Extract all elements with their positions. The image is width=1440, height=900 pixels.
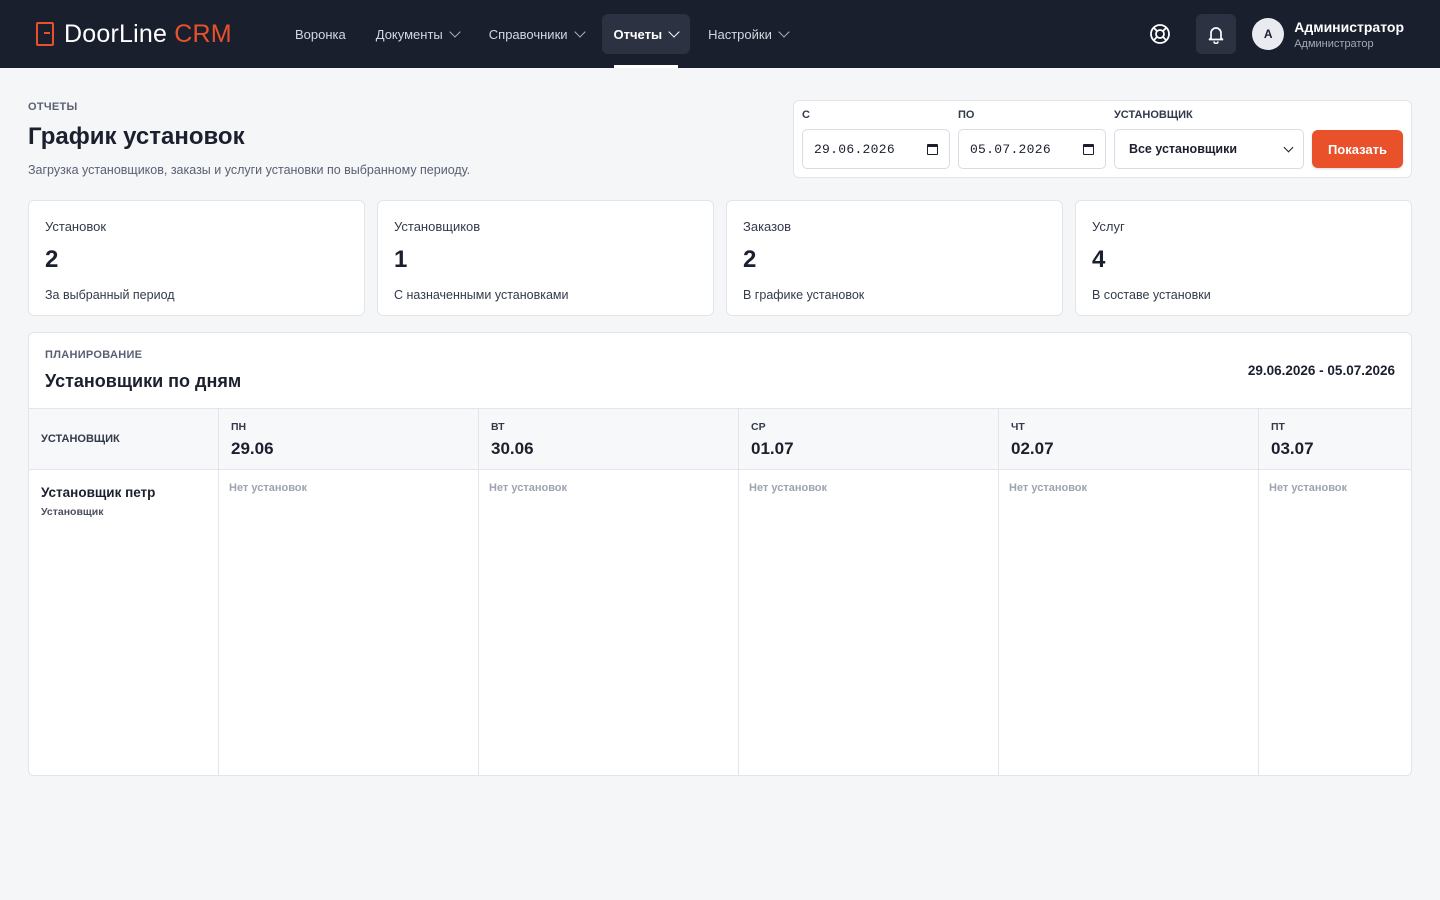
nav-item-funnel[interactable]: Воронка — [283, 14, 358, 54]
date-to-label: ПО — [957, 109, 975, 121]
chevron-down-icon — [449, 26, 461, 38]
day-header: ВТ 30.06 — [479, 409, 738, 470]
installer-label: УСТАНОВЩИК — [1113, 109, 1193, 121]
schedule-title: Установщики по дням — [45, 371, 242, 391]
top-navbar: DoorLine CRM Воронка Документы Справочни… — [0, 0, 1440, 68]
day-cell[interactable]: Нет установок — [1259, 470, 1411, 775]
day-cell[interactable]: Нет установок — [479, 470, 738, 775]
avatar: A — [1252, 18, 1285, 50]
nav-item-references[interactable]: Справочники — [477, 14, 596, 54]
day-header: ПН 29.06 — [219, 409, 478, 470]
page-subtitle: Загрузка установщиков, заказы и услуги у… — [28, 163, 471, 177]
main-nav: Воронка Документы Справочники Отчеты Нас… — [283, 0, 800, 68]
schedule-panel: ПЛАНИРОВАНИЕ Установщики по дням 29.06.2… — [28, 332, 1412, 776]
installer-cell: Установщик петр Установщик — [29, 470, 218, 775]
stats-row: Установок 2 За выбранный период Установщ… — [28, 200, 1412, 316]
nav-item-settings[interactable]: Настройки — [696, 14, 800, 54]
calendar-icon[interactable] — [1082, 143, 1094, 155]
day-cell[interactable]: Нет установок — [999, 470, 1258, 775]
user-menu[interactable]: A Администратор Администратор — [1252, 18, 1404, 50]
page-header: ОТЧЕТЫ График установок Загрузка установ… — [28, 100, 470, 177]
logo-text: DoorLine CRM — [64, 19, 232, 48]
installer-select[interactable]: Все установщики — [1113, 129, 1304, 169]
stat-card: Установщиков 1 С назначенными установкам… — [377, 200, 714, 316]
day-header: ПТ 03.07 — [1259, 409, 1411, 470]
date-from-label: С — [801, 109, 810, 121]
schedule-grid: УСТАНОВЩИК Установщик петр Установщик ПН… — [29, 409, 1411, 775]
breadcrumb: ОТЧЕТЫ — [28, 101, 78, 113]
period-range: 29.06.2026 - 05.07.2026 — [1247, 363, 1395, 378]
date-from-input[interactable]: 29.06.2026 — [801, 129, 950, 169]
column-header-installer: УСТАНОВЩИК — [29, 409, 218, 470]
chevron-down-icon — [1283, 142, 1294, 152]
show-button[interactable]: Показать — [1311, 130, 1403, 168]
stat-card: Установок 2 За выбранный период — [28, 200, 365, 316]
user-role: Администратор — [1294, 37, 1374, 50]
installer-role: Установщик — [41, 506, 104, 518]
filter-panel: С 29.06.2026 ПО 05.07.2026 УСТАНОВЩИК Вс… — [792, 100, 1412, 178]
logo[interactable]: DoorLine CRM — [36, 20, 283, 49]
date-to-input[interactable]: 05.07.2026 — [957, 129, 1106, 169]
stat-card: Заказов 2 В графике установок — [726, 200, 1063, 316]
nav-item-documents[interactable]: Документы — [364, 14, 471, 54]
bell-icon — [1208, 27, 1224, 44]
lifebuoy-icon — [1150, 24, 1171, 44]
help-button[interactable] — [1140, 14, 1180, 54]
chevron-down-icon — [573, 26, 586, 38]
nav-item-reports[interactable]: Отчеты — [601, 14, 691, 68]
section-label: ПЛАНИРОВАНИЕ — [45, 349, 143, 361]
day-cell[interactable]: Нет установок — [739, 470, 998, 775]
calendar-icon[interactable] — [926, 143, 938, 155]
installer-name: Установщик петр — [41, 485, 156, 500]
day-header: ЧТ 02.07 — [999, 409, 1258, 470]
user-name: Администратор — [1294, 18, 1404, 35]
day-cell[interactable]: Нет установок — [219, 470, 478, 775]
notifications-button[interactable] — [1196, 14, 1237, 54]
door-logo-icon — [36, 22, 54, 46]
chevron-down-icon — [778, 26, 790, 38]
page-title: График установок — [28, 123, 245, 150]
stat-card: Услуг 4 В составе установки — [1075, 200, 1412, 316]
day-header: СР 01.07 — [739, 409, 998, 470]
chevron-down-icon — [668, 26, 680, 38]
